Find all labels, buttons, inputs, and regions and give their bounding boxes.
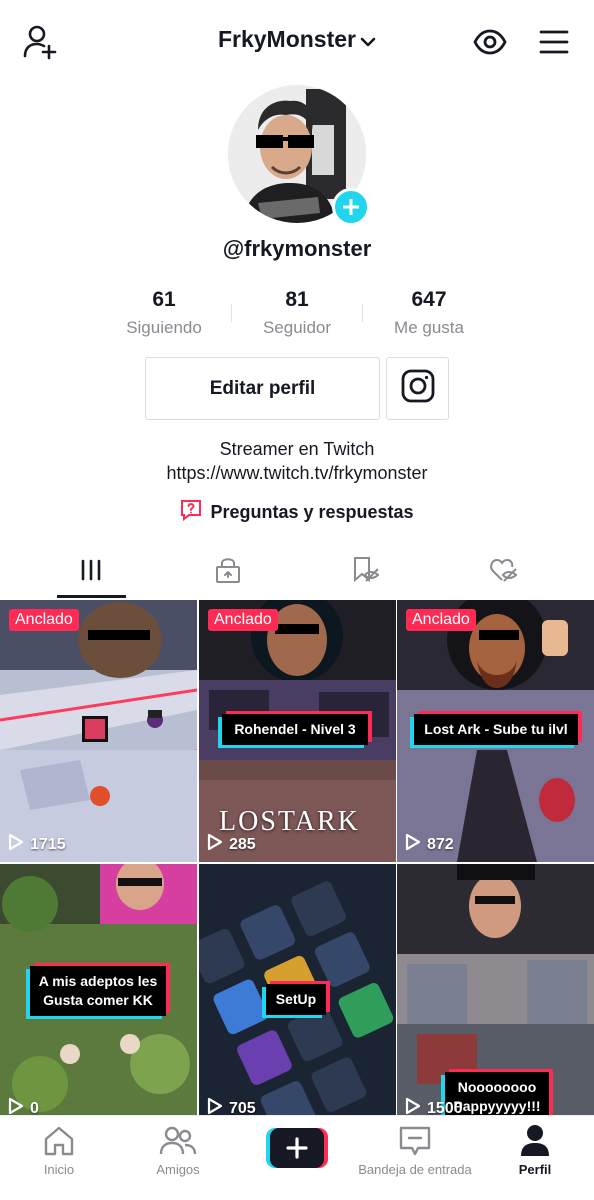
video-grid: Anclado 1715 Anclado Rohendel - Nivel 3 … [0,600,594,1115]
friends-icon [159,1124,197,1163]
play-icon [207,1097,223,1115]
video-caption: SetUp [266,984,326,1015]
stat-label: Seguidor [262,318,332,337]
nav-label: Bandeja de entrada [358,1162,472,1177]
create-plus-icon [270,1128,324,1168]
top-bar: FrkyMonster [0,0,594,84]
qa-link[interactable]: Preguntas y respuestas [0,499,594,526]
stat-following[interactable]: 61 Siguiendo [94,288,234,338]
bookmark-hidden-icon [351,556,381,589]
stat-value: 61 [152,288,176,311]
bio-text: Streamer en Twitch [219,439,375,459]
tab-videos[interactable] [17,545,165,600]
stat-value: 647 [411,288,447,311]
video-thumbnail[interactable]: SetUp 705 [199,864,396,1115]
view-count-value: 1715 [30,835,66,853]
view-count-value: 1500 [427,1099,463,1116]
profile-stats: 61 Siguiendo 81 Seguidor 647 Me gusta [0,288,594,338]
bio-link[interactable]: https://www.twitch.tv/frkymonster [0,463,594,484]
chevron-down-icon [360,27,376,54]
nav-home[interactable]: Inicio [0,1116,118,1200]
nav-label: Amigos [156,1162,200,1177]
tab-private[interactable] [154,545,302,600]
video-thumbnail[interactable]: Anclado 1715 [0,600,197,862]
play-icon [8,1097,24,1115]
nav-label: Inicio [43,1162,75,1177]
profile-username: FrkyMonster [217,26,357,52]
home-icon [42,1124,76,1163]
nav-label: Perfil [518,1162,552,1177]
lock-icon [215,556,241,589]
tab-liked[interactable] [430,545,578,600]
profile-tabs [0,545,594,600]
play-icon [8,833,24,856]
view-count: 872 [405,833,454,856]
video-thumbnail[interactable]: Anclado Rohendel - Nivel 3 LOSTARK 285 [199,600,396,862]
play-icon [405,833,421,856]
stat-followers[interactable]: 81 Seguidor [227,288,367,338]
tab-favorites[interactable] [292,545,440,600]
video-thumbnail[interactable]: Noooooooo Pappyyyyy!!! 1500 [397,864,594,1115]
profile-icon [519,1124,551,1163]
inbox-icon [398,1124,432,1163]
stat-likes[interactable]: 647 Me gusta [359,288,499,338]
stat-label: Me gusta [394,318,464,337]
play-icon [207,833,223,856]
video-thumbnail[interactable]: Anclado Lost Ark - Sube tu ilvl 872 [397,600,594,862]
grid-icon [79,558,103,587]
edit-profile-button[interactable]: Editar perfil [145,357,380,420]
nav-profile[interactable]: Perfil [476,1116,594,1200]
create-button[interactable] [266,1128,328,1168]
stat-label: Siguiendo [126,318,202,337]
pinned-badge: Anclado [406,609,476,631]
view-count: 1500 [405,1097,463,1115]
view-count: 1715 [8,833,66,856]
pinned-badge: Anclado [9,609,79,631]
profile-handle: @frkymonster [222,236,372,261]
video-caption: A mis adeptos les Gusta comer KK [30,966,166,1016]
view-count-value: 705 [229,1099,256,1116]
add-avatar-button[interactable] [332,188,370,226]
view-count-value: 0 [30,1099,39,1116]
view-count-value: 872 [427,835,454,853]
view-count-value: 285 [229,835,256,853]
instagram-button[interactable] [386,357,449,420]
view-count: 285 [207,833,256,856]
nav-friends[interactable]: Amigos [119,1116,237,1200]
video-caption: Rohendel - Nivel 3 [222,714,368,745]
video-thumbnail[interactable]: A mis adeptos les Gusta comer KK 0 [0,864,197,1115]
question-bubble-icon [180,499,202,526]
view-count: 0 [8,1097,39,1115]
active-tab-indicator [57,595,126,598]
qa-label: Preguntas y respuestas [210,502,414,522]
bottom-nav: Inicio Amigos Bandeja de entrada Perfil [0,1115,594,1200]
view-count: 705 [207,1097,256,1115]
video-caption: Lost Ark - Sube tu ilvl [414,714,578,745]
pinned-badge: Anclado [208,609,278,631]
liked-hidden-icon [489,556,519,589]
nav-inbox[interactable]: Bandeja de entrada [356,1116,474,1200]
instagram-icon [401,369,435,408]
eye-icon[interactable] [472,24,508,60]
menu-icon[interactable] [538,24,570,60]
stat-value: 81 [285,288,309,311]
play-icon [405,1097,421,1115]
